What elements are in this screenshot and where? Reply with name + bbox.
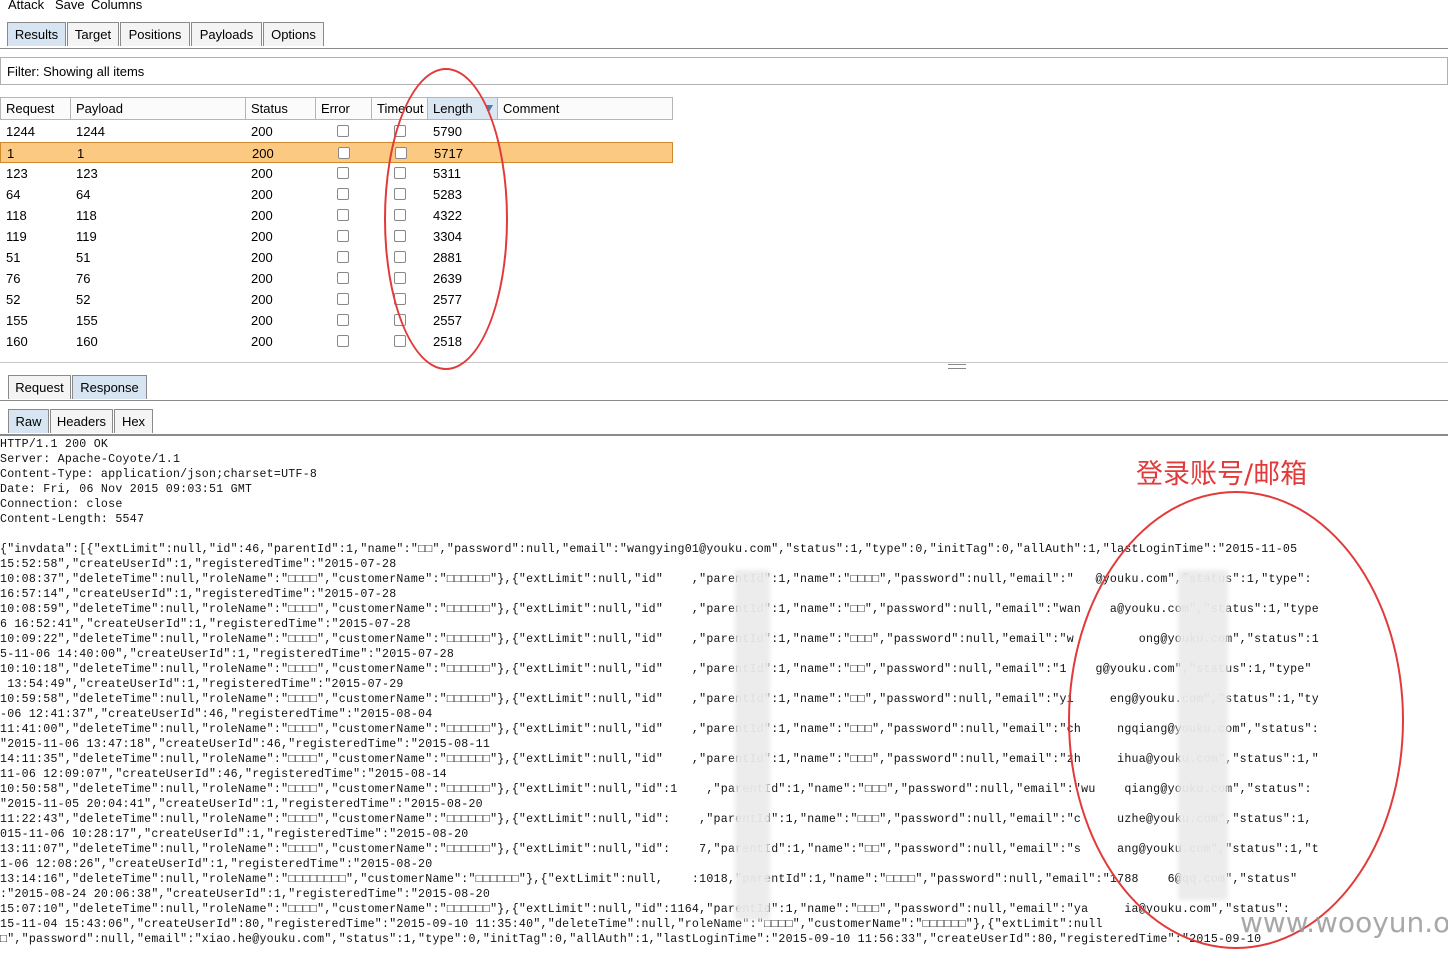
- col-payload[interactable]: Payload: [71, 98, 246, 119]
- watermark: www.wooyun.org: [1240, 906, 1448, 939]
- split-grip-icon[interactable]: [948, 364, 966, 369]
- cell-request: 160: [6, 334, 28, 349]
- col-request[interactable]: Request: [1, 98, 71, 119]
- cell-payload: 52: [76, 292, 91, 307]
- view-tabs: Raw Headers Hex: [0, 405, 1448, 436]
- split-divider[interactable]: [0, 362, 1448, 363]
- table-row[interactable]: 123 123 200 5311: [0, 163, 673, 184]
- cell-payload: 119: [76, 229, 97, 244]
- tab-results[interactable]: Results: [7, 22, 66, 46]
- message-tabs: Request Response: [0, 371, 1448, 401]
- cell-status: 200: [251, 124, 273, 139]
- error-checkbox[interactable]: [337, 125, 349, 137]
- annotation-ellipse-email: [1068, 491, 1404, 949]
- cell-status: 200: [251, 313, 273, 328]
- cell-payload: 51: [76, 250, 91, 265]
- cell-status: 200: [251, 229, 273, 244]
- error-checkbox[interactable]: [337, 251, 349, 263]
- cell-request: 51: [6, 250, 21, 265]
- cell-status: 200: [251, 166, 273, 181]
- tab-request[interactable]: Request: [8, 375, 71, 399]
- cell-payload: 118: [76, 208, 97, 223]
- tab-raw[interactable]: Raw: [8, 409, 49, 433]
- error-checkbox[interactable]: [337, 335, 349, 347]
- cell-payload: 123: [76, 166, 98, 181]
- menu-attack[interactable]: Attack: [8, 0, 44, 12]
- tab-target[interactable]: Target: [67, 22, 119, 46]
- table-row[interactable]: 64 64 200 5283: [0, 184, 673, 205]
- cell-status: 200: [252, 146, 274, 161]
- error-checkbox[interactable]: [337, 188, 349, 200]
- tab-options[interactable]: Options: [263, 22, 324, 46]
- cell-status: 200: [251, 292, 273, 307]
- table-row[interactable]: 52 52 200 2577: [0, 289, 673, 310]
- cell-request: 1244: [6, 124, 35, 139]
- col-comment[interactable]: Comment: [498, 98, 673, 119]
- menu-save[interactable]: Save: [55, 0, 85, 12]
- table-row[interactable]: 118 118 200 4322: [0, 205, 673, 226]
- cell-request: 155: [6, 313, 28, 328]
- cell-request: 76: [6, 271, 21, 286]
- table-row[interactable]: 76 76 200 2639: [0, 268, 673, 289]
- tab-payloads[interactable]: Payloads: [191, 22, 262, 46]
- error-checkbox[interactable]: [337, 167, 349, 179]
- cell-request: 1: [7, 146, 15, 161]
- menu-columns[interactable]: Columns: [91, 0, 142, 12]
- cell-payload: 1: [77, 146, 85, 161]
- filter-bar[interactable]: Filter: Showing all items: [0, 57, 1448, 85]
- table-row[interactable]: 1244 1244 200 5790: [0, 121, 673, 142]
- table-row[interactable]: 1 1 200 5717: [0, 142, 673, 163]
- tab-positions[interactable]: Positions: [120, 22, 190, 46]
- annotation-ellipse-length: [384, 68, 508, 370]
- error-checkbox[interactable]: [337, 272, 349, 284]
- cell-status: 200: [251, 271, 273, 286]
- cell-status: 200: [251, 208, 273, 223]
- error-checkbox[interactable]: [337, 314, 349, 326]
- cell-payload: 160: [76, 334, 98, 349]
- error-checkbox[interactable]: [337, 230, 349, 242]
- table-row[interactable]: 51 51 200 2881: [0, 247, 673, 268]
- cell-status: 200: [251, 187, 273, 202]
- annotation-label: 登录账号/邮箱: [1136, 459, 1308, 490]
- col-error[interactable]: Error: [316, 98, 372, 119]
- cell-payload: 1244: [76, 124, 105, 139]
- error-checkbox[interactable]: [337, 293, 349, 305]
- col-status[interactable]: Status: [246, 98, 316, 119]
- tab-headers[interactable]: Headers: [50, 409, 113, 433]
- cell-request: 119: [6, 229, 27, 244]
- cell-status: 200: [251, 250, 273, 265]
- cell-request: 118: [6, 208, 27, 223]
- cell-payload: 155: [76, 313, 98, 328]
- redaction-id-column: [735, 570, 770, 920]
- cell-payload: 64: [76, 187, 91, 202]
- filter-label: Filter: Showing all items: [7, 64, 145, 79]
- table-header: Request Payload Status Error Timeout Len…: [0, 97, 673, 120]
- tab-response[interactable]: Response: [72, 375, 147, 399]
- cell-request: 52: [6, 292, 21, 307]
- error-checkbox[interactable]: [338, 147, 350, 159]
- cell-payload: 76: [76, 271, 91, 286]
- menu-bar: Attack Save Columns: [0, 0, 1448, 14]
- table-row[interactable]: 160 160 200 2518: [0, 331, 673, 352]
- cell-request: 123: [6, 166, 28, 181]
- timeout-checkbox[interactable]: [394, 335, 406, 347]
- table-row[interactable]: 119 119 200 3304: [0, 226, 673, 247]
- cell-request: 64: [6, 187, 21, 202]
- intruder-tabs: Results Target Positions Payloads Option…: [0, 18, 1448, 49]
- error-checkbox[interactable]: [337, 209, 349, 221]
- tab-hex[interactable]: Hex: [114, 409, 153, 433]
- table-row[interactable]: 155 155 200 2557: [0, 310, 673, 331]
- cell-status: 200: [251, 334, 273, 349]
- results-table: Request Payload Status Error Timeout Len…: [0, 97, 673, 362]
